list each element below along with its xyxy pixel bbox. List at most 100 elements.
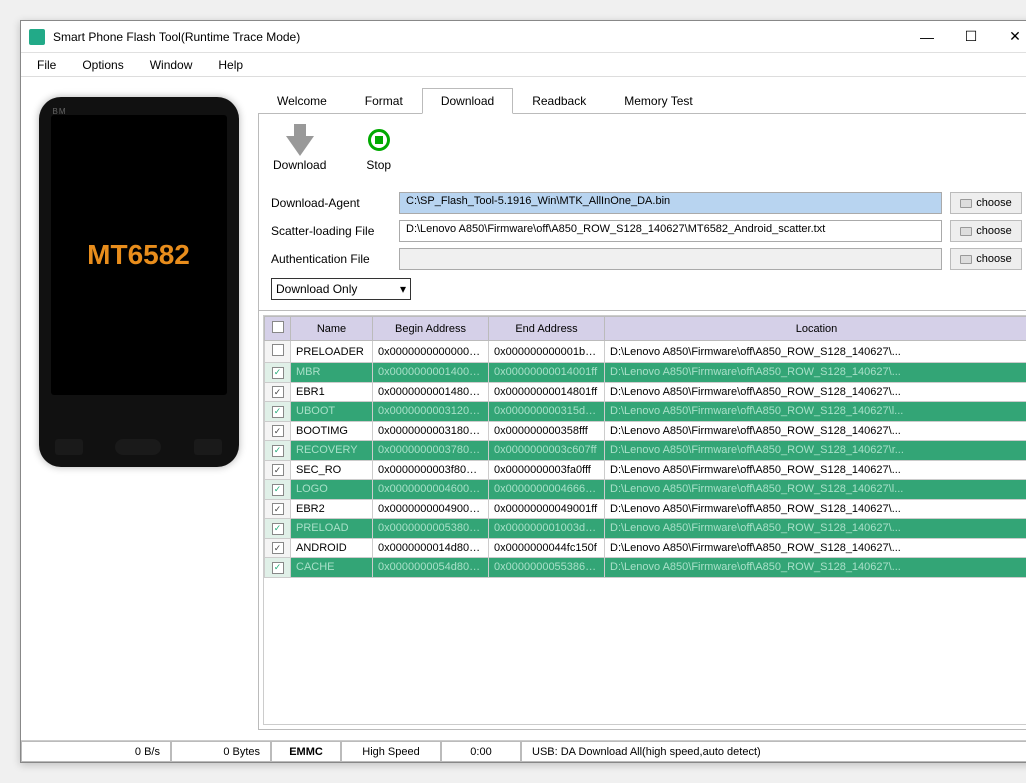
- table-row[interactable]: RECOVERY0x00000000037800000x0000000003c6…: [265, 441, 1026, 461]
- table-row[interactable]: MBR0x00000000014000000x00000000014001ffD…: [265, 363, 1026, 383]
- checkbox[interactable]: [272, 386, 284, 398]
- row-end: 0x00000000014001ff: [489, 363, 605, 383]
- folder-icon: [960, 255, 972, 264]
- table-row[interactable]: UBOOT0x00000000031200000x000000000315dd9…: [265, 402, 1026, 422]
- menu-options[interactable]: Options: [78, 56, 127, 74]
- row-location: D:\Lenovo A850\Firmware\off\A850_ROW_S12…: [605, 480, 1026, 500]
- menu-file[interactable]: File: [33, 56, 60, 74]
- checkbox-all[interactable]: [272, 321, 284, 333]
- row-name: SEC_RO: [291, 460, 373, 480]
- checkbox[interactable]: [272, 562, 284, 574]
- tab-format[interactable]: Format: [346, 88, 422, 114]
- scatter-input[interactable]: D:\Lenovo A850\Firmware\off\A850_ROW_S12…: [399, 220, 942, 242]
- tab-readback[interactable]: Readback: [513, 88, 605, 114]
- checkbox[interactable]: [272, 503, 284, 515]
- checkbox[interactable]: [272, 406, 284, 418]
- col-location[interactable]: Location: [605, 317, 1026, 341]
- row-name: MBR: [291, 363, 373, 383]
- checkbox[interactable]: [272, 445, 284, 457]
- row-check-cell[interactable]: [265, 499, 291, 519]
- da-input[interactable]: C:\SP_Flash_Tool-5.1916_Win\MTK_AllInOne…: [399, 192, 942, 214]
- row-end: 0x0000000003fa0fff: [489, 460, 605, 480]
- menu-help[interactable]: Help: [214, 56, 247, 74]
- table-row[interactable]: EBR20x00000000049000000x00000000049001ff…: [265, 499, 1026, 519]
- tab-bar: Welcome Format Download Readback Memory …: [258, 87, 1026, 114]
- checkbox[interactable]: [272, 344, 284, 356]
- row-location: D:\Lenovo A850\Firmware\off\A850_ROW_S12…: [605, 382, 1026, 402]
- row-check-cell[interactable]: [265, 382, 291, 402]
- partition-table[interactable]: Name Begin Address End Address Location …: [263, 315, 1026, 725]
- tab-welcome[interactable]: Welcome: [258, 88, 346, 114]
- maximize-button[interactable]: ☐: [949, 23, 993, 51]
- status-time: 0:00: [441, 741, 521, 762]
- status-usb: USB: DA Download All(high speed,auto det…: [521, 741, 1026, 762]
- row-location: D:\Lenovo A850\Firmware\off\A850_ROW_S12…: [605, 441, 1026, 461]
- col-begin[interactable]: Begin Address: [373, 317, 489, 341]
- menu-window[interactable]: Window: [146, 56, 197, 74]
- table-row[interactable]: PRELOADER0x00000000000000000x00000000000…: [265, 341, 1026, 363]
- auth-choose-button[interactable]: choose: [950, 248, 1022, 270]
- da-choose-button[interactable]: choose: [950, 192, 1022, 214]
- row-check-cell[interactable]: [265, 363, 291, 383]
- phone-menu-button: [55, 439, 83, 455]
- checkbox[interactable]: [272, 523, 284, 535]
- table-row[interactable]: CACHE0x0000000054d800000x000000005538609…: [265, 558, 1026, 578]
- row-check-cell[interactable]: [265, 460, 291, 480]
- checkbox[interactable]: [272, 542, 284, 554]
- col-name[interactable]: Name: [291, 317, 373, 341]
- scatter-choose-button[interactable]: choose: [950, 220, 1022, 242]
- tab-memorytest[interactable]: Memory Test: [605, 88, 711, 114]
- status-storage: EMMC: [271, 741, 341, 762]
- row-begin: 0x0000000001480000: [373, 382, 489, 402]
- table-row[interactable]: LOGO0x00000000046000000x0000000004666743…: [265, 480, 1026, 500]
- stop-label: Stop: [366, 158, 391, 172]
- row-check-cell[interactable]: [265, 558, 291, 578]
- table-row[interactable]: PRELOAD0x00000000053800000x000000001003d…: [265, 519, 1026, 539]
- row-begin: 0x0000000054d80000: [373, 558, 489, 578]
- row-location: D:\Lenovo A850\Firmware\off\A850_ROW_S12…: [605, 460, 1026, 480]
- row-check-cell[interactable]: [265, 441, 291, 461]
- statusbar: 0 B/s 0 Bytes EMMC High Speed 0:00 USB: …: [21, 740, 1026, 762]
- auth-input[interactable]: [399, 248, 942, 270]
- table-row[interactable]: SEC_RO0x0000000003f800000x0000000003fa0f…: [265, 460, 1026, 480]
- checkbox[interactable]: [272, 484, 284, 496]
- menubar: File Options Window Help: [21, 53, 1026, 77]
- row-check-cell[interactable]: [265, 421, 291, 441]
- download-mode-dropdown[interactable]: Download Only ▾: [271, 278, 411, 300]
- file-selection-panel: Download-Agent C:\SP_Flash_Tool-5.1916_W…: [258, 182, 1026, 311]
- tab-download[interactable]: Download: [422, 88, 513, 114]
- row-name: PRELOAD: [291, 519, 373, 539]
- phone-home-button: [115, 439, 161, 455]
- close-button[interactable]: ✕: [993, 23, 1026, 51]
- row-name: LOGO: [291, 480, 373, 500]
- chip-label: MT6582: [87, 239, 190, 271]
- row-begin: 0x0000000004600000: [373, 480, 489, 500]
- col-end[interactable]: End Address: [489, 317, 605, 341]
- row-end: 0x000000000358fff: [489, 421, 605, 441]
- stop-button[interactable]: Stop: [366, 124, 391, 172]
- table-row[interactable]: ANDROID0x0000000014d800000x0000000044fc1…: [265, 538, 1026, 558]
- row-check-cell[interactable]: [265, 538, 291, 558]
- partition-table-panel: Name Begin Address End Address Location …: [258, 311, 1026, 730]
- row-end: 0x000000000315dd9f: [489, 402, 605, 422]
- checkbox[interactable]: [272, 425, 284, 437]
- row-end: 0x0000000055386093: [489, 558, 605, 578]
- col-check[interactable]: [265, 317, 291, 341]
- checkbox[interactable]: [272, 464, 284, 476]
- row-check-cell[interactable]: [265, 519, 291, 539]
- row-end: 0x0000000003c607ff: [489, 441, 605, 461]
- download-button[interactable]: Download: [273, 124, 326, 172]
- row-end: 0x000000001003d1cb: [489, 519, 605, 539]
- app-window: Smart Phone Flash Tool(Runtime Trace Mod…: [20, 20, 1026, 763]
- row-check-cell[interactable]: [265, 341, 291, 363]
- checkbox[interactable]: [272, 367, 284, 379]
- minimize-button[interactable]: —: [905, 23, 949, 51]
- table-row[interactable]: EBR10x00000000014800000x00000000014801ff…: [265, 382, 1026, 402]
- row-begin: 0x0000000004900000: [373, 499, 489, 519]
- table-row[interactable]: BOOTIMG0x00000000031800000x000000000358f…: [265, 421, 1026, 441]
- row-check-cell[interactable]: [265, 480, 291, 500]
- status-mode: High Speed: [341, 741, 441, 762]
- row-location: D:\Lenovo A850\Firmware\off\A850_ROW_S12…: [605, 499, 1026, 519]
- row-check-cell[interactable]: [265, 402, 291, 422]
- row-name: RECOVERY: [291, 441, 373, 461]
